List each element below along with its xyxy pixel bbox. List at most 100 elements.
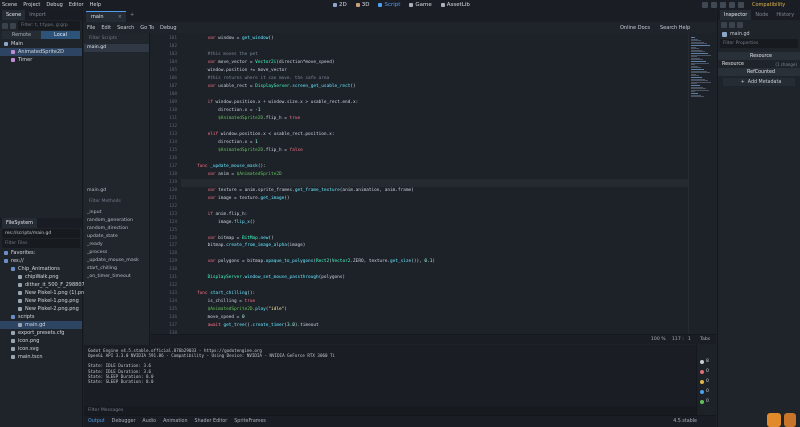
tab-output[interactable]: Output	[88, 419, 105, 424]
script-menu-edit[interactable]: Edit	[101, 25, 111, 31]
scene-tree-item[interactable]: Timer	[0, 56, 82, 64]
renderer-select[interactable]: Compatibility	[752, 2, 785, 8]
filesystem-item-label: Chip_Animations	[18, 266, 60, 272]
resource-section-header[interactable]: Resource	[718, 52, 800, 60]
script-menu-search[interactable]: Search	[117, 25, 134, 31]
link-icon[interactable]	[10, 22, 16, 29]
search-help-button[interactable]: Search Help	[660, 25, 690, 31]
filesystem-item[interactable]: scripts	[0, 313, 82, 321]
workspace-script[interactable]: Script	[378, 2, 400, 8]
close-icon[interactable]: ×	[118, 12, 122, 22]
menu-help[interactable]: Help	[90, 2, 101, 8]
code-minimap[interactable]	[688, 33, 716, 334]
scene-tree-item[interactable]: AnimatedSprite2D	[0, 48, 82, 56]
filesystem-item[interactable]: New Piskel-1.png.png	[0, 297, 82, 305]
filter-properties-input[interactable]: Filter Properties	[720, 39, 798, 48]
filesystem-item[interactable]: New Piskel-1.png (1).png	[0, 289, 87, 297]
method-list-item[interactable]: _update_mouse_mask	[84, 257, 150, 265]
indent-mode[interactable]: Tabs	[700, 337, 710, 342]
message-count: 0	[706, 389, 709, 394]
filesystem-path-field[interactable]: res://scripts/main.gd	[2, 229, 80, 238]
filesystem-item[interactable]: Favorites:	[0, 249, 82, 257]
method-list-item[interactable]: start_chilling	[84, 265, 150, 273]
menu-editor[interactable]: Editor	[69, 2, 84, 8]
filesystem-item[interactable]: main.tscn	[0, 353, 82, 361]
new-resource-icon[interactable]	[721, 22, 727, 28]
stop-icon[interactable]	[720, 2, 726, 8]
resource-property[interactable]: Resource (1 change)	[718, 60, 800, 68]
code-editor[interactable]: 101 var window = get_window() 102 103 #thi…	[151, 33, 688, 334]
tab-node[interactable]: Node	[751, 10, 772, 20]
tab-audio[interactable]: Audio	[142, 419, 156, 424]
online-docs-button[interactable]: Online Docs	[620, 25, 650, 31]
workspace-switcher: 2D 3D Script Game AssetLib	[333, 0, 479, 10]
tab-debugger[interactable]: Debugger	[112, 419, 136, 424]
inspected-object[interactable]: main.gd	[718, 30, 800, 38]
save-icon[interactable]	[737, 22, 743, 28]
play-scene-icon[interactable]	[729, 2, 735, 8]
tab-filesystem[interactable]: FileSystem	[2, 218, 38, 228]
filter-messages-input[interactable]: Filter Messages	[84, 406, 696, 415]
filesystem-item[interactable]: Chip_Animations	[0, 265, 82, 273]
filter-scripts-input[interactable]: Filter Scripts	[86, 34, 147, 43]
file-icon	[11, 347, 15, 351]
script-menu-debug[interactable]: Debug	[160, 25, 176, 31]
tab-spriteframes[interactable]: SpriteFrames	[234, 419, 266, 424]
scene-filter-input[interactable]: Filter: t, t:type, g:grp	[18, 21, 80, 30]
line-number: 128	[169, 251, 177, 257]
tab-history[interactable]: History	[772, 10, 798, 20]
workspace-assetlib[interactable]: AssetLib	[440, 2, 470, 8]
workspace-3d[interactable]: 3D	[355, 2, 369, 8]
tab-shader-editor[interactable]: Shader Editor	[195, 419, 228, 424]
output-filter-toggle[interactable]: 0	[700, 399, 709, 404]
menu-project[interactable]: Project	[23, 2, 40, 8]
scene-tree-item[interactable]: Main	[0, 40, 82, 48]
method-list-item[interactable]: random_direction	[84, 225, 150, 233]
workspace-2d[interactable]: 2D	[333, 2, 347, 8]
method-list-item[interactable]: _ready	[84, 241, 150, 249]
scene-tab-main[interactable]: main ×	[86, 11, 126, 22]
add-metadata-button[interactable]: + Add Metadata	[723, 78, 795, 86]
menu-scene[interactable]: Scene	[2, 2, 17, 8]
tab-scene[interactable]: Scene	[2, 10, 26, 20]
script-menu-goto[interactable]: Go To	[140, 25, 154, 31]
method-list-item[interactable]: _on_timer_timeout	[84, 273, 150, 281]
filesystem-item[interactable]: dither_it_500_F_298807133...	[0, 281, 99, 289]
output-filter-toggle[interactable]: 0	[700, 369, 709, 374]
local-button[interactable]: Local	[41, 31, 80, 39]
filesystem-filter-input[interactable]: Filter Files	[2, 239, 80, 248]
filesystem-item[interactable]: New Piskel-2.png.png	[0, 305, 82, 313]
script-list-item[interactable]: main.gd	[84, 44, 149, 52]
tab-inspector[interactable]: Inspector	[720, 10, 752, 20]
output-filter-toggle[interactable]: 0	[700, 389, 709, 394]
tab-animation[interactable]: Animation	[163, 419, 187, 424]
output-filter-toggle[interactable]: 8	[700, 359, 709, 364]
tab-import[interactable]: Import	[25, 10, 50, 20]
play-icon[interactable]	[702, 2, 708, 8]
filesystem-item[interactable]: chipWalk.png	[0, 273, 82, 281]
filesystem-item[interactable]: icon.png	[0, 337, 82, 345]
output-filter-toggle[interactable]: 0	[700, 379, 709, 384]
method-list-item[interactable]: update_state	[84, 233, 150, 241]
zoom-level[interactable]: 100 %	[651, 337, 666, 342]
filesystem-item[interactable]: res://	[0, 257, 82, 265]
filesystem-item[interactable]: export_presets.cfg	[0, 329, 82, 337]
script-file-icon	[722, 31, 727, 37]
refcounted-section[interactable]: RefCounted	[718, 68, 800, 76]
load-resource-icon[interactable]	[729, 22, 735, 28]
filesystem-item[interactable]: main.gd	[0, 321, 82, 329]
method-list-item[interactable]: random_generation	[84, 217, 150, 225]
workspace-game[interactable]: Game	[409, 2, 432, 8]
script-menu-file[interactable]: File	[87, 25, 95, 31]
method-list-item[interactable]: _process	[84, 249, 150, 257]
remote-button[interactable]: Remote	[2, 31, 41, 39]
filesystem-item[interactable]: icon.svg	[0, 345, 82, 353]
filter-methods-input[interactable]: Filter Methods	[86, 197, 148, 206]
pause-icon[interactable]	[711, 2, 717, 8]
code-line: direction.x = 1	[197, 139, 258, 145]
menu-debug[interactable]: Debug	[46, 2, 62, 8]
add-node-icon[interactable]	[2, 22, 8, 29]
method-list-item[interactable]: _input	[84, 209, 150, 217]
play-custom-icon[interactable]	[738, 2, 744, 8]
add-tab-icon[interactable]: +	[130, 12, 134, 18]
